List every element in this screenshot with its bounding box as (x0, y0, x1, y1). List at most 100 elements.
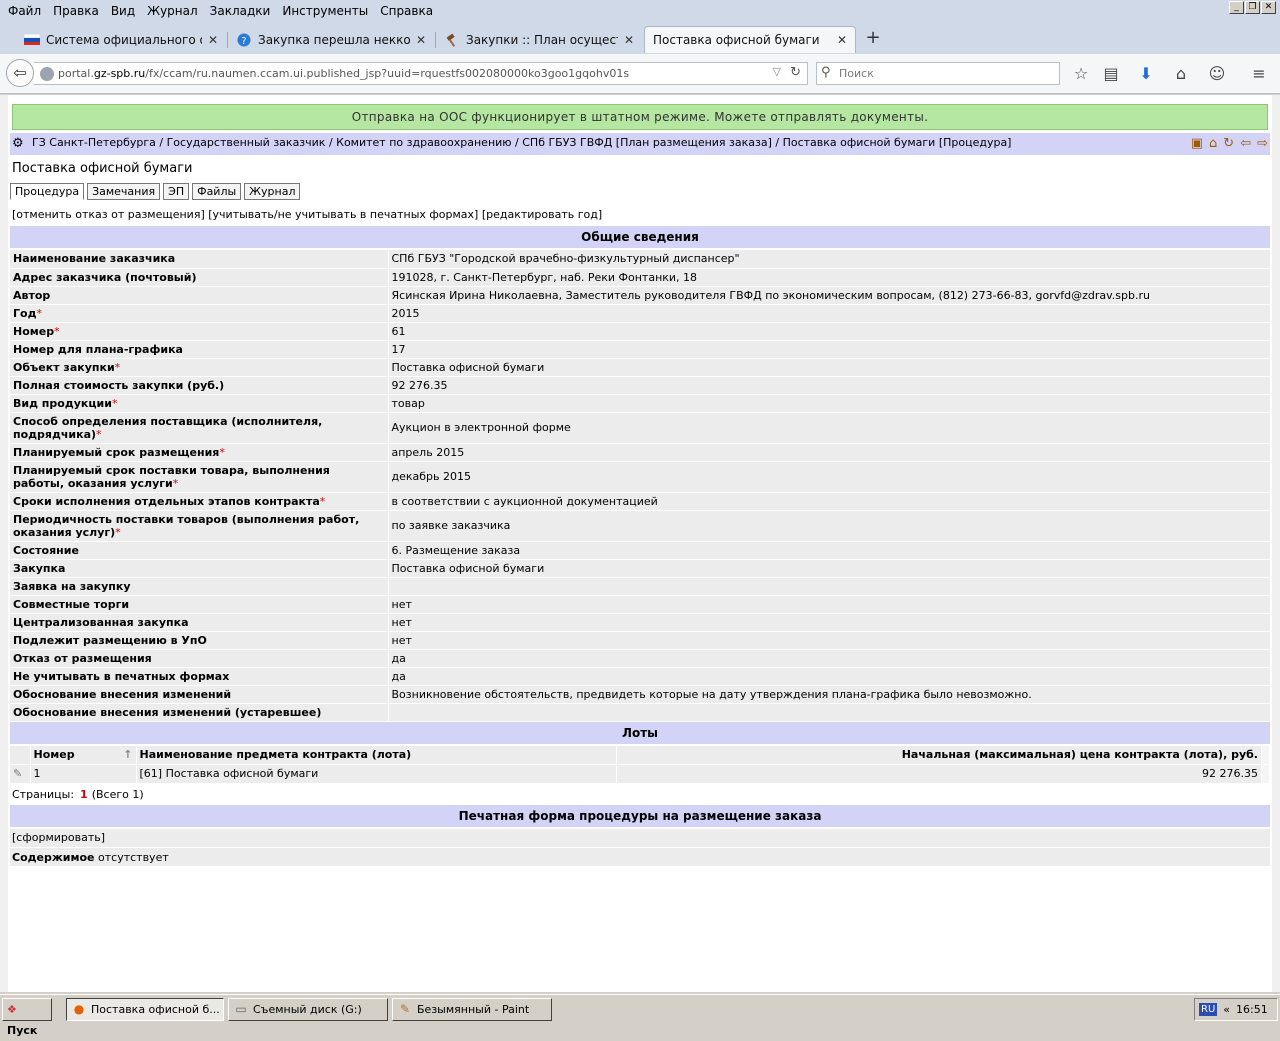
bookmark-star-icon[interactable]: ☆ (1070, 63, 1092, 85)
tab-files[interactable]: Файлы (192, 183, 242, 200)
menu-file[interactable]: Файл (2, 4, 47, 18)
menu-tools[interactable]: Инструменты (276, 4, 374, 18)
action-links[interactable]: [отменить отказ от размещения] [учитыват… (12, 208, 602, 221)
browser-tab-1[interactable]: Система официального опу... ✕ (16, 26, 226, 53)
chevron-left-icon[interactable]: « (1223, 999, 1230, 1020)
field-value: по заявке заказчика (388, 510, 1270, 542)
info-row: Обоснование внесения изменений Возникнове… (10, 685, 1270, 704)
svg-text:?: ? (241, 36, 246, 47)
field-label: Сроки исполнения отдельных этапов контра… (10, 492, 389, 511)
home-icon[interactable]: ⌂ (1209, 136, 1217, 151)
folder-icon[interactable]: ▣ (1191, 136, 1203, 151)
firefox-icon: ● (73, 1002, 85, 1016)
lots-col-number[interactable]: Номер ↑ (30, 746, 137, 764)
tab-remarks[interactable]: Замечания (87, 183, 161, 200)
window-controls: _ ❐ ✕ (1229, 1, 1276, 14)
required-marker: * (114, 360, 121, 374)
lot-name[interactable]: [61] Поставка офисной бумаги (136, 763, 617, 783)
browser-tab-active[interactable]: Поставка офисной бумаги ✕ (644, 26, 856, 53)
field-label-text: Объект закупки (13, 360, 115, 374)
gavel-icon (444, 33, 460, 47)
back-arrow-icon[interactable]: ⇦ (6, 59, 34, 87)
field-value: 61 (388, 322, 1270, 341)
close-window-icon[interactable]: ✕ (1261, 1, 1276, 14)
field-label-text: Сроки исполнения отдельных этапов контра… (13, 494, 320, 508)
tab-signature[interactable]: ЭП (163, 183, 190, 200)
system-tray: RU « 16:51 (1194, 998, 1278, 1021)
browser-tab-2[interactable]: ? Закупка перешла неккорек... ✕ (228, 26, 434, 53)
info-row: Планируемый срок размещения* апрель 2015 (10, 443, 1270, 462)
pencil-icon[interactable]: ✎ (10, 763, 31, 783)
field-label-text: Номер (13, 324, 55, 338)
chat-icon[interactable]: ☺ (1206, 63, 1228, 85)
browser-tab-3[interactable]: Закупки :: План осуществл... ✕ (436, 26, 642, 53)
pager-label: Страницы: (12, 788, 75, 801)
hamburger-menu-icon[interactable]: ≡ (1248, 63, 1270, 85)
home-icon[interactable]: ⌂ (1170, 63, 1192, 85)
lots-col-icon (10, 746, 31, 764)
close-tab-icon[interactable]: ✕ (837, 33, 847, 47)
new-tab-icon[interactable]: + (862, 28, 884, 50)
url-bar[interactable]: portal.gz-spb.ru/fx/ccam/ru.naumen.ccam.… (34, 62, 808, 85)
tab-procedure[interactable]: Процедура (10, 183, 85, 200)
breadcrumb-path[interactable]: ГЗ Санкт-Петербурга / Государственный за… (32, 136, 1011, 149)
reading-list-icon[interactable]: ▤ (1100, 63, 1122, 85)
generate-link[interactable]: [сформировать] (10, 829, 1270, 847)
tab-journal[interactable]: Журнал (244, 183, 301, 200)
taskbar-item-firefox[interactable]: ● Поставка офисной б... (66, 998, 224, 1021)
content-row: Содержимое отсутствует (10, 847, 1270, 866)
browser-chrome: Файл Правка Вид Журнал Закладки Инструме… (0, 0, 1280, 94)
menu-edit[interactable]: Правка (47, 4, 105, 18)
menu-history[interactable]: Журнал (141, 4, 204, 18)
pager-current-page[interactable]: 1 (80, 788, 88, 801)
search-input[interactable]: ⚲ Поиск (816, 62, 1060, 85)
breadcrumb-tools: ▣ ⌂ ↻ ⇦ ⇨ (1191, 136, 1268, 151)
flag-icon (24, 33, 40, 47)
info-row: Централизованная закупка нет (10, 613, 1270, 632)
field-label-text: Способ определения поставщика (исполните… (13, 414, 323, 441)
lots-table: Номер ↑ Наименование предмета контракта (… (10, 746, 1270, 783)
lots-col-price[interactable]: Начальная (максимальная) цена контракта … (616, 746, 1262, 764)
dropdown-arrow-icon[interactable]: ▽ (773, 65, 781, 78)
close-tab-icon[interactable]: ✕ (416, 33, 426, 47)
field-label: Совместные торги (10, 595, 389, 614)
reload-icon[interactable]: ↻ (790, 65, 801, 80)
menu-help[interactable]: Справка (374, 4, 439, 18)
table-row[interactable]: ✎ 1 [61] Поставка офисной бумаги 92 276.… (10, 763, 1270, 783)
search-icon: ⚲ (821, 65, 831, 80)
menu-bar: Файл Правка Вид Журнал Закладки Инструме… (0, 0, 1280, 22)
start-button[interactable]: ❖ Пуск (2, 998, 52, 1037)
content-value: отсутствует (98, 851, 169, 864)
taskbar-item-label: Безымянный - Paint (417, 1003, 530, 1016)
subtabs: Процедура Замечания ЭП Файлы Журнал (10, 183, 301, 200)
tree-icon: ⚙ (12, 136, 24, 151)
info-row: Сроки исполнения отдельных этапов контра… (10, 492, 1270, 511)
arrow-right-icon[interactable]: ⇨ (1257, 136, 1268, 151)
field-label-text: Номер для плана-графика (13, 342, 183, 356)
lots-col-name[interactable]: Наименование предмета контракта (лота) (136, 746, 617, 764)
field-label: Заявка на закупку (10, 577, 389, 596)
menu-view[interactable]: Вид (105, 4, 141, 18)
field-value: нет (388, 613, 1270, 632)
sort-arrow-icon[interactable]: ↑ (123, 748, 132, 761)
close-tab-icon[interactable]: ✕ (624, 33, 634, 47)
download-icon[interactable]: ⬇ (1135, 63, 1157, 85)
language-indicator[interactable]: RU (1199, 1003, 1218, 1016)
field-value: СПб ГБУЗ "Городской врачебно-физкультурн… (388, 250, 1270, 269)
minimize-icon[interactable]: _ (1229, 1, 1244, 14)
arrow-left-icon[interactable]: ⇦ (1240, 136, 1251, 151)
taskbar-item-paint[interactable]: ✎ Безымянный - Paint (392, 998, 552, 1021)
restore-icon[interactable]: ❐ (1245, 1, 1260, 14)
menu-bookmarks[interactable]: Закладки (204, 4, 277, 18)
refresh-icon[interactable]: ↻ (1223, 136, 1234, 151)
close-tab-icon[interactable]: ✕ (208, 33, 218, 47)
section-header-lots: Лоты (10, 722, 1270, 744)
field-value (388, 703, 1270, 722)
required-marker: * (319, 494, 326, 508)
section-header-print-form: Печатная форма процедуры на размещение з… (10, 805, 1270, 827)
field-label-text: Год (13, 306, 37, 320)
taskbar-item-drive[interactable]: ▭ Съемный диск (G:) (228, 998, 388, 1021)
info-row: Способ определения поставщика (исполните… (10, 412, 1270, 444)
tab-title: Закупки :: План осуществл... (466, 32, 618, 47)
content-label: Содержимое (12, 851, 95, 864)
